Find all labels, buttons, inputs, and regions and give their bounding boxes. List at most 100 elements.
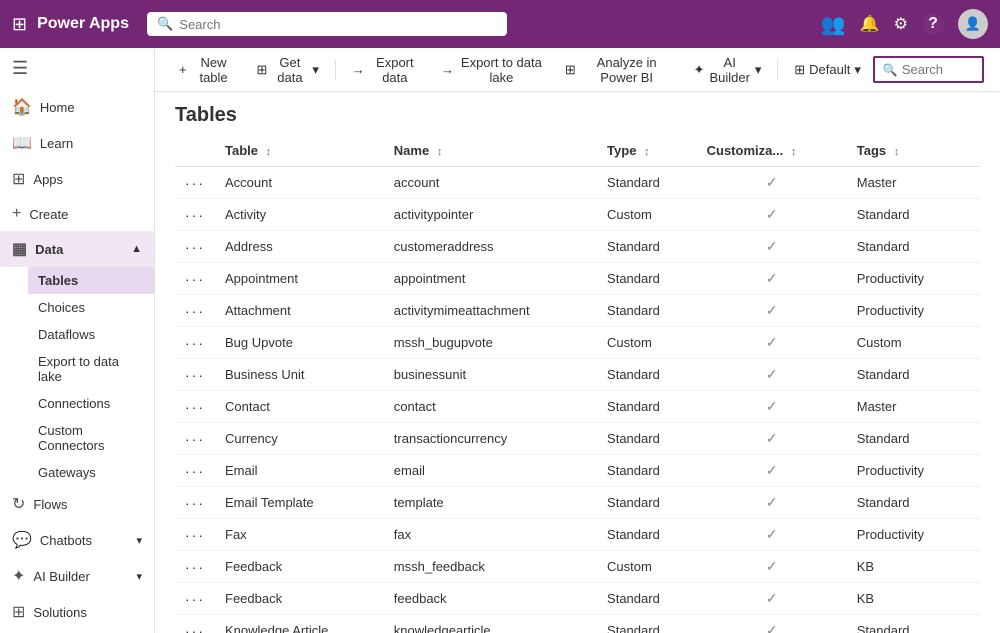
avatar[interactable]: 👤	[958, 9, 988, 39]
table-row[interactable]: ··· Email Template template Standard ✓ S…	[175, 487, 980, 519]
sidebar-item-gateways[interactable]: Gateways	[28, 459, 154, 486]
top-search-bar[interactable]: 🔍	[147, 12, 507, 36]
sidebar-item-apps[interactable]: ⊞ Apps	[0, 161, 154, 197]
sidebar-item-flows[interactable]: ↻ Flows	[0, 486, 154, 522]
cell-name-2: customeraddress	[384, 231, 597, 263]
table-row[interactable]: ··· Business Unit businessunit Standard …	[175, 359, 980, 391]
table-row[interactable]: ··· Address customeraddress Standard ✓ S…	[175, 231, 980, 263]
ai-builder-button[interactable]: ✦ AI Builder ▾	[686, 51, 770, 89]
sidebar-item-home[interactable]: 🏠 Home	[0, 89, 154, 125]
check-icon-3: ✓	[766, 270, 778, 286]
check-icon-13: ✓	[766, 590, 778, 606]
toolbar-search-input[interactable]	[902, 62, 974, 77]
row-dots-3[interactable]: ···	[175, 263, 215, 295]
cell-type-12: Custom	[597, 551, 697, 583]
col-header-name[interactable]: Name ↕	[384, 135, 597, 167]
table-row[interactable]: ··· Feedback mssh_feedback Custom ✓ KB	[175, 551, 980, 583]
sidebar-learn-label: Learn	[40, 136, 73, 151]
default-button[interactable]: ⊞ Default ▾	[786, 58, 869, 82]
row-dots-12[interactable]: ···	[175, 551, 215, 583]
row-dots-2[interactable]: ···	[175, 231, 215, 263]
sidebar-item-export[interactable]: Export to data lake	[28, 348, 154, 390]
export-lake-button[interactable]: → Export to data lake	[433, 51, 553, 89]
table-row[interactable]: ··· Feedback feedback Standard ✓ KB	[175, 583, 980, 615]
table-row[interactable]: ··· Knowledge Article knowledgearticle S…	[175, 615, 980, 633]
table-row[interactable]: ··· Appointment appointment Standard ✓ P…	[175, 263, 980, 295]
sidebar-toggle[interactable]: ☰	[0, 48, 154, 89]
cell-type-2: Standard	[597, 231, 697, 263]
row-dots-11[interactable]: ···	[175, 519, 215, 551]
get-data-button[interactable]: ⊞ Get data ▾	[249, 51, 327, 89]
cell-customizable-10: ✓	[697, 487, 847, 519]
help-icon[interactable]: ?	[922, 13, 944, 35]
export-data-button[interactable]: → Export data	[344, 51, 429, 89]
new-table-button[interactable]: + New table	[171, 51, 245, 89]
row-dots-10[interactable]: ···	[175, 487, 215, 519]
cell-table-9: Email	[215, 455, 384, 487]
check-icon-11: ✓	[766, 526, 778, 542]
col-header-type[interactable]: Type ↕	[597, 135, 697, 167]
cell-name-0: account	[384, 167, 597, 199]
cell-table-5: Bug Upvote	[215, 327, 384, 359]
cell-name-3: appointment	[384, 263, 597, 295]
row-dots-7[interactable]: ···	[175, 391, 215, 423]
row-dots-4[interactable]: ···	[175, 295, 215, 327]
people-icon[interactable]: 👥	[821, 12, 846, 37]
row-dots-1[interactable]: ···	[175, 199, 215, 231]
table-container: Table ↕ Name ↕ Type ↕ Customiza...	[155, 135, 1000, 633]
row-dots-5[interactable]: ···	[175, 327, 215, 359]
cell-type-5: Custom	[597, 327, 697, 359]
sidebar-item-dataflows[interactable]: Dataflows	[28, 321, 154, 348]
row-dots-9[interactable]: ···	[175, 455, 215, 487]
sidebar-apps-label: Apps	[33, 172, 63, 187]
top-search-input[interactable]	[179, 17, 497, 32]
toolbar-search-box[interactable]: 🔍	[873, 56, 984, 83]
sidebar-item-tables[interactable]: Tables	[28, 267, 154, 294]
table-row[interactable]: ··· Contact contact Standard ✓ Master	[175, 391, 980, 423]
table-row[interactable]: ··· Attachment activitymimeattachment St…	[175, 295, 980, 327]
col-header-customizable[interactable]: Customiza... ↕	[697, 135, 847, 167]
apps-icon: ⊞	[12, 169, 25, 189]
connections-label: Connections	[38, 396, 110, 411]
table-row[interactable]: ··· Email email Standard ✓ Productivity	[175, 455, 980, 487]
cell-type-7: Standard	[597, 391, 697, 423]
table-row[interactable]: ··· Bug Upvote mssh_bugupvote Custom ✓ C…	[175, 327, 980, 359]
cell-tags-3: Productivity	[847, 263, 980, 295]
row-dots-0[interactable]: ···	[175, 167, 215, 199]
cell-customizable-11: ✓	[697, 519, 847, 551]
table-row[interactable]: ··· Account account Standard ✓ Master	[175, 167, 980, 199]
table-row[interactable]: ··· Currency transactioncurrency Standar…	[175, 423, 980, 455]
sidebar-aibuilder-label: AI Builder	[33, 569, 89, 584]
sidebar-item-chatbots[interactable]: 💬 Chatbots ▾	[0, 522, 154, 558]
row-dots-14[interactable]: ···	[175, 615, 215, 633]
dataflows-label: Dataflows	[38, 327, 95, 342]
row-dots-8[interactable]: ···	[175, 423, 215, 455]
table-sort-icon: ↕	[266, 146, 272, 158]
sidebar-item-learn[interactable]: 📖 Learn	[0, 125, 154, 161]
cell-table-7: Contact	[215, 391, 384, 423]
sidebar-item-solutions[interactable]: ⊞ Solutions	[0, 594, 154, 630]
flows-icon: ↻	[12, 494, 25, 514]
analyze-button[interactable]: ⊞ Analyze in Power BI	[557, 51, 682, 89]
col-header-table[interactable]: Table ↕	[215, 135, 384, 167]
sidebar-item-connections[interactable]: Connections	[28, 390, 154, 417]
sidebar-item-connectors[interactable]: Custom Connectors	[28, 417, 154, 459]
sidebar-item-data[interactable]: ▦ Data ▲	[0, 231, 154, 267]
row-dots-6[interactable]: ···	[175, 359, 215, 391]
waffle-icon[interactable]: ⊞	[12, 14, 27, 35]
cell-table-1: Activity	[215, 199, 384, 231]
gear-icon[interactable]: ⚙	[894, 14, 908, 34]
row-dots-13[interactable]: ···	[175, 583, 215, 615]
bell-icon[interactable]: 🔔	[860, 14, 880, 34]
app-title: Power Apps	[37, 15, 137, 33]
cell-tags-4: Productivity	[847, 295, 980, 327]
cell-type-11: Standard	[597, 519, 697, 551]
sidebar-item-choices[interactable]: Choices	[28, 294, 154, 321]
cell-customizable-6: ✓	[697, 359, 847, 391]
col-header-tags[interactable]: Tags ↕	[847, 135, 980, 167]
table-row[interactable]: ··· Activity activitypointer Custom ✓ St…	[175, 199, 980, 231]
table-row[interactable]: ··· Fax fax Standard ✓ Productivity	[175, 519, 980, 551]
sidebar-item-aibuilder[interactable]: ✦ AI Builder ▾	[0, 558, 154, 594]
sidebar-item-create[interactable]: + Create	[0, 197, 154, 231]
sidebar-data-section: Tables Choices Dataflows Export to data …	[0, 267, 154, 486]
